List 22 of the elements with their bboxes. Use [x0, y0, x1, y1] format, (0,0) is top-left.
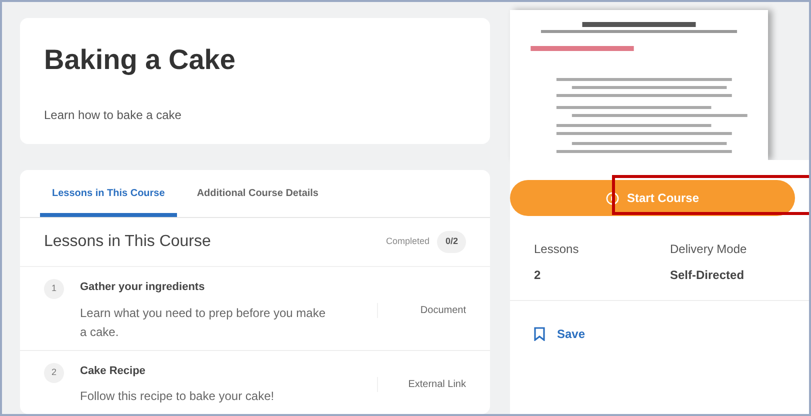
tab[interactable]: Lessons in This Course — [40, 170, 177, 217]
lesson-description: Follow this recipe to bake your cake! — [80, 388, 276, 405]
lesson-title[interactable]: Gather your ingredients — [80, 279, 377, 296]
completed-label: Completed — [386, 235, 430, 248]
detail-label: Lessons — [534, 241, 580, 258]
detail-value: Self-Directed — [670, 267, 746, 284]
bookmark-icon — [534, 327, 545, 341]
tab[interactable]: Additional Course Details — [184, 170, 330, 217]
lesson-number: 1 — [44, 279, 64, 299]
lesson-type: External Link — [376, 376, 466, 392]
lesson-number: 2 — [44, 362, 64, 382]
lesson-type: Document — [376, 302, 466, 318]
save-link[interactable]: Save — [510, 325, 610, 343]
lesson-title[interactable]: Cake Recipe — [80, 362, 377, 379]
course-description: Learn how to bake a cake — [44, 107, 182, 124]
detail-label: Delivery Mode — [670, 241, 748, 258]
section-heading: Lessons in This Course — [44, 232, 211, 252]
course-title: Baking a Cake — [44, 46, 236, 74]
play-icon — [606, 192, 619, 204]
detail-value: 2 — [534, 267, 542, 284]
lesson-description: Learn what you need to prep before you make a cake. — [80, 304, 326, 340]
completed-count: 0/2 — [437, 231, 466, 253]
